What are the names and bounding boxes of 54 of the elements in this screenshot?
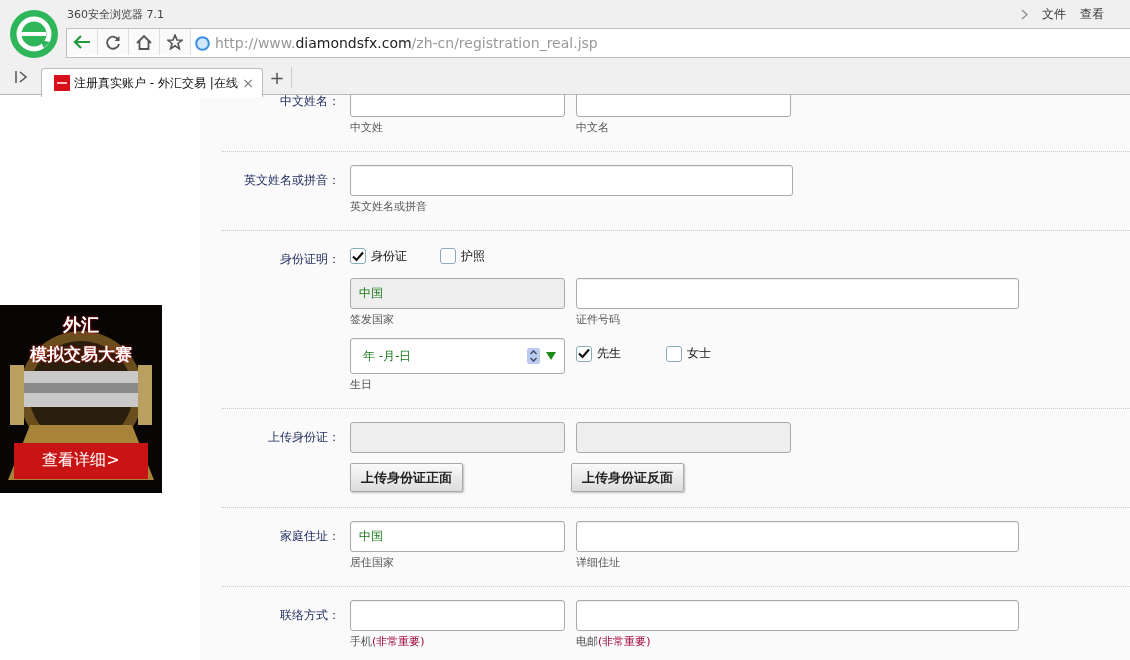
checkbox[interactable] <box>576 345 592 362</box>
input-field[interactable] <box>576 95 791 117</box>
upload-button[interactable]: 上传身份证正面 <box>350 463 463 492</box>
date-field[interactable]: 年 -月-日 <box>350 338 565 374</box>
dropdown-arrow-icon[interactable] <box>546 352 556 360</box>
field-label: 身份证明： <box>279 251 341 268</box>
input-field[interactable]: 中国 <box>350 278 565 309</box>
checkbox[interactable] <box>440 248 456 264</box>
chevron-icon[interactable] <box>1021 8 1028 20</box>
ad-subtitle: 模拟交易大赛 <box>29 343 133 366</box>
sidebar-toggle-icon[interactable] <box>15 71 27 83</box>
menu-item[interactable]: 文件 <box>1042 5 1066 23</box>
ad-link[interactable]: 查看详细> <box>0 450 162 471</box>
field-hint: 中文姓 <box>350 120 384 136</box>
field-hint: 中文名 <box>576 120 610 136</box>
tab-close-button[interactable]: × <box>242 75 254 91</box>
input-field[interactable] <box>576 600 1019 631</box>
checkbox-label: 女士 <box>687 345 711 362</box>
checkbox[interactable] <box>666 345 682 362</box>
new-tab-button[interactable]: + <box>263 66 292 88</box>
site-favicon-icon <box>54 75 70 91</box>
field-label: 上传身份证： <box>267 429 341 446</box>
field-hint: 签发国家 <box>350 312 395 328</box>
app-title: 360安全浏览器 7.1 <box>67 6 164 22</box>
checkbox-label: 身份证 <box>371 247 407 265</box>
field-hint: 电邮(非常重要) <box>576 634 652 650</box>
checkbox-label: 先生 <box>597 345 621 362</box>
input-field[interactable] <box>350 165 793 196</box>
input-field[interactable] <box>576 521 1019 552</box>
browser-logo-icon <box>10 10 58 58</box>
checkbox-label: 护照 <box>461 247 485 265</box>
field-hint: 英文姓名或拼音 <box>350 199 428 215</box>
field-label: 中文姓名： <box>279 95 341 110</box>
field-hint: 详细住址 <box>576 555 621 571</box>
input-field[interactable]: 中国 <box>350 521 565 552</box>
spinner-icon[interactable] <box>527 348 540 364</box>
field-hint: 居住国家 <box>350 555 395 571</box>
input-field[interactable] <box>350 422 565 453</box>
field-hint: 手机(非常重要) <box>350 634 426 650</box>
field-hint: 证件号码 <box>576 312 621 328</box>
input-field[interactable] <box>350 600 565 631</box>
menu-item[interactable]: 查看 <box>1080 5 1104 23</box>
field-label: 家庭住址： <box>279 528 341 545</box>
input-field[interactable] <box>576 278 1019 309</box>
field-hint: 生日 <box>350 377 373 393</box>
ad-title: 外汇 <box>62 313 100 337</box>
field-label: 联络方式： <box>279 607 341 624</box>
checkbox[interactable] <box>350 248 366 264</box>
browser-tab[interactable]: 注册真实账户 - 外汇交易 |在线 × <box>41 68 263 97</box>
input-field[interactable] <box>350 95 565 117</box>
upload-button[interactable]: 上传身份证反面 <box>571 463 684 492</box>
input-field[interactable] <box>576 422 791 453</box>
field-label: 英文姓名或拼音： <box>243 172 341 189</box>
ad-banner[interactable]: 外汇 模拟交易大赛 查看详细> <box>0 305 162 493</box>
